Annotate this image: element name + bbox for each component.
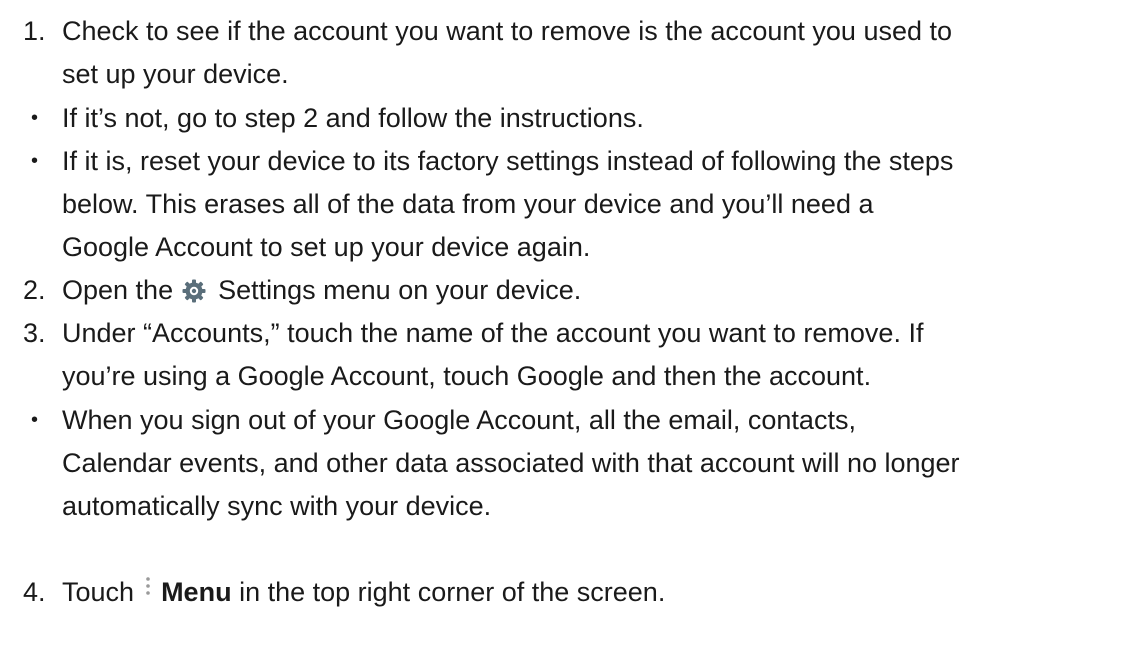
step-1-line-1: Check to see if the account you want to … <box>62 16 953 46</box>
step-3-line-2: you’re using a Google Account, touch Goo… <box>62 361 872 391</box>
step-4-menu-label: Menu <box>161 577 232 607</box>
bullet-1-text: If it’s not, go to step 2 and follow the… <box>62 103 644 133</box>
step-1-number: 1. <box>23 16 46 46</box>
overflow-menu-icon <box>143 572 153 598</box>
step-1-line-2: set up your device. <box>62 59 289 89</box>
bullet-1-marker: • <box>31 107 39 129</box>
step-4-text-before: Touch <box>62 577 135 607</box>
step-3-line-1: Under “Accounts,” touch the name of the … <box>62 318 924 348</box>
step-2-line: Open the Settings menu on your device. <box>62 270 581 310</box>
bullet-3-line-2: Calendar events, and other data associat… <box>62 448 960 478</box>
bullet-2-line-2: below. This erases all of the data from … <box>62 189 874 219</box>
step-4-number: 4. <box>23 577 46 607</box>
instructions-document: 1. Check to see if the account you want … <box>0 0 1126 653</box>
bullet-2-line-1: If it is, reset your device to its facto… <box>62 146 954 176</box>
step-2-text-after: Settings menu on your device. <box>218 275 582 305</box>
step-2-number: 2. <box>23 275 46 305</box>
bullet-3-line-3: automatically sync with your device. <box>62 491 492 521</box>
bullet-3-line-1: When you sign out of your Google Account… <box>62 405 856 435</box>
step-2-text-before: Open the <box>62 275 174 305</box>
step-4-line: Touch Menu in the top right corner of th… <box>62 572 665 612</box>
bullet-3-marker: • <box>31 409 39 431</box>
step-3-number: 3. <box>23 318 46 348</box>
step-4-text-after: in the top right corner of the screen. <box>239 577 666 607</box>
settings-gear-icon <box>182 274 206 303</box>
bullet-2-line-3: Google Account to set up your device aga… <box>62 232 591 262</box>
bullet-2-marker: • <box>31 150 39 172</box>
